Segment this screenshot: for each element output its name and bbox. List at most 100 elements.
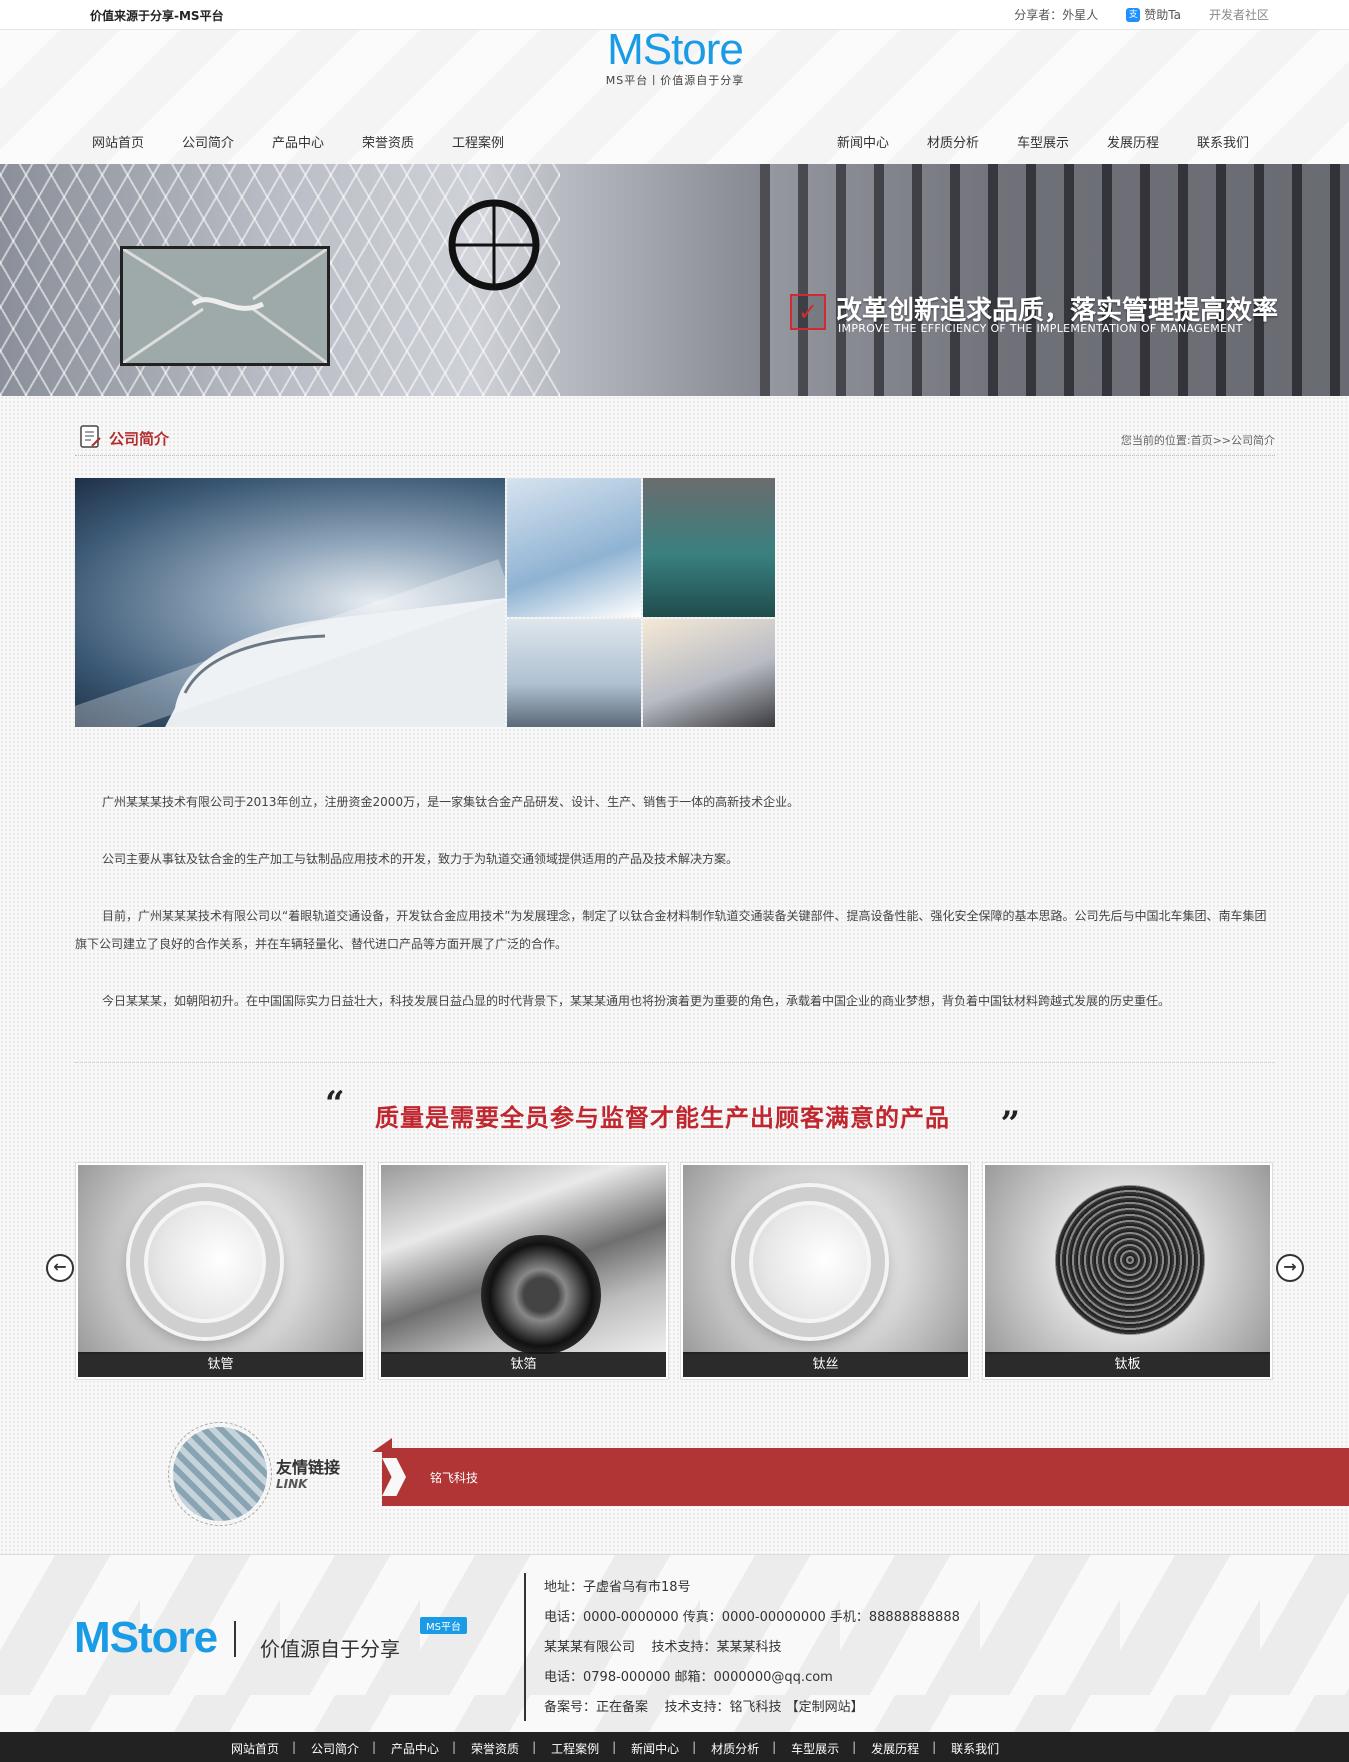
- footer-company: 某某某有限公司 技术支持：某某某科技: [544, 1640, 782, 1655]
- carousel-prev-icon[interactable]: ←: [46, 1254, 74, 1282]
- bullet-train-photo: [75, 478, 505, 727]
- breadcrumb: 您当前的位置:首页>>公司简介: [1120, 434, 1275, 447]
- footer-nav-item[interactable]: 网站首页: [215, 1740, 295, 1757]
- nav-home[interactable]: 网站首页: [92, 132, 182, 151]
- intro-paragraph: 广州某某某技术有限公司于2013年创立，注册资金2000万，是一家集钛合金产品研…: [102, 795, 800, 809]
- coil-graphic: [1055, 1185, 1205, 1335]
- main-nav-right: 新闻中心 材质分析 车型展示 发展历程 联系我们: [837, 132, 1287, 151]
- product-label: 钛管: [78, 1352, 363, 1377]
- footer-nav-item[interactable]: 发展历程: [852, 1740, 935, 1757]
- pipes-image: [173, 1427, 267, 1521]
- titanium-tube-image: [78, 1165, 363, 1354]
- logo[interactable]: MStore MS平台丨价值源自于分享: [590, 28, 760, 88]
- main-content: 公司简介 您当前的位置:首页>>公司简介 广州某某某技术有限公司于2013年创立…: [0, 396, 1349, 1554]
- footer-divider: [524, 1573, 526, 1721]
- footer-contact: 电话：0798-000000 邮箱：0000000@qq.com: [544, 1670, 833, 1685]
- machinery-photo: [643, 478, 775, 617]
- footer-nav-item[interactable]: 荣誉资质: [452, 1740, 535, 1757]
- ring-graphic: [735, 1187, 885, 1337]
- quality-quote: “ 质量是需要全员参与监督才能生产出顾客满意的产品 ”: [320, 1084, 1020, 1144]
- document-icon: [80, 425, 101, 448]
- banner-slogan-en: IMPROVE THE EFFICIENCY OF THE IMPLEMENTA…: [838, 322, 1243, 335]
- roll-graphic: [481, 1235, 601, 1354]
- twisted-wire-icon: [122, 247, 328, 365]
- company-photos: [75, 478, 775, 728]
- friend-links: 友情链接 LINK 铭飞科技: [0, 1406, 1349, 1526]
- footer-address: 地址：子虚省乌有市18号: [544, 1580, 691, 1595]
- open-quote-mark: “: [325, 1084, 345, 1124]
- footer-nav-item[interactable]: 公司简介: [292, 1740, 375, 1757]
- nav-contact[interactable]: 联系我们: [1197, 132, 1287, 151]
- product-card-wire[interactable]: 钛丝: [680, 1162, 971, 1380]
- footer-logo-separator: [234, 1621, 236, 1657]
- section-header: 公司简介 您当前的位置:首页>>公司简介: [75, 422, 1275, 456]
- product-card-tube[interactable]: 钛管: [75, 1162, 366, 1380]
- logo-tagline: MS平台丨价值源自于分享: [605, 74, 745, 87]
- quote-text: 质量是需要全员参与监督才能生产出顾客满意的产品: [375, 1104, 950, 1132]
- links-bar: [382, 1448, 1349, 1506]
- footer-icp: 备案号：正在备案 技术支持：铭飞科技 【定制网站】: [544, 1700, 864, 1715]
- intro-paragraph: 目前，广州某某某技术有限公司以“着眼轨道交通设备，开发钛合金应用技术”为发展理念…: [75, 909, 1267, 951]
- footer-nav: 网站首页 公司简介 产品中心 荣誉资质 工程案例 新闻中心 材质分析 车型展示 …: [215, 1740, 1015, 1757]
- sharer-link[interactable]: 分享者：外星人: [1014, 6, 1098, 23]
- product-card-plate[interactable]: 钛板: [982, 1162, 1273, 1380]
- footer-logo: MStore 价值源自于分享 MS平台: [74, 1613, 467, 1663]
- footer-nav-item[interactable]: 联系我们: [932, 1740, 1015, 1757]
- footer-phones: 电话：0000-0000000 传真：0000-00000000 手机：8888…: [544, 1610, 960, 1625]
- product-label: 钛箔: [381, 1352, 666, 1377]
- intro-text: 广州某某某技术有限公司于2013年创立，注册资金2000万，是一家集钛合金产品研…: [75, 788, 1275, 1044]
- product-label: 钛丝: [683, 1352, 968, 1377]
- product-card-foil[interactable]: 钛箔: [378, 1162, 669, 1380]
- intro-paragraph: 今日某某某，如朝阳初升。在中国国际实力日益壮大，科技发展日益凸显的时代背景下，某…: [102, 994, 1171, 1008]
- alipay-icon: 支: [1126, 7, 1141, 22]
- sponsor-label: 赞助Ta: [1144, 8, 1181, 22]
- checkmark-icon: ✓: [790, 294, 826, 330]
- nav-models[interactable]: 车型展示: [1017, 132, 1107, 151]
- nav-cases[interactable]: 工程案例: [452, 132, 542, 151]
- nav-news[interactable]: 新闻中心: [837, 132, 927, 151]
- nav-history[interactable]: 发展历程: [1107, 132, 1197, 151]
- office-meeting-photo: [507, 619, 641, 727]
- dev-community-link[interactable]: 开发者社区: [1209, 6, 1269, 23]
- product-carousel: 钛管 钛箔 钛丝 钛板: [75, 1162, 1275, 1382]
- train-illustration: [75, 559, 505, 727]
- links-title: 友情链接: [276, 1458, 341, 1477]
- footer-nav-bar: 网站首页 公司简介 产品中心 荣誉资质 工程案例 新闻中心 材质分析 车型展示 …: [0, 1732, 1349, 1762]
- links-title-en: LINK: [276, 1477, 308, 1491]
- titanium-wire-image: [683, 1165, 968, 1354]
- footer-nav-item[interactable]: 新闻中心: [612, 1740, 695, 1757]
- footer-nav-item[interactable]: 产品中心: [372, 1740, 455, 1757]
- footer-badge: MS平台: [420, 1617, 467, 1634]
- footer: MStore 价值源自于分享 MS平台 地址：子虚省乌有市18号 电话：0000…: [0, 1554, 1349, 1732]
- intro-paragraph: 公司主要从事钛及钛合金的生产加工与钛制品应用技术的开发，致力于为轨道交通领域提供…: [102, 852, 739, 866]
- footer-nav-item[interactable]: 车型展示: [772, 1740, 855, 1757]
- product-label: 钛板: [985, 1352, 1270, 1377]
- footer-nav-item[interactable]: 工程案例: [532, 1740, 615, 1757]
- nav-about[interactable]: 公司简介: [182, 132, 272, 151]
- carousel-next-icon[interactable]: →: [1276, 1254, 1304, 1282]
- sponsor-link[interactable]: 支 赞助Ta: [1126, 6, 1181, 23]
- crosshair-icon: [448, 199, 540, 291]
- titanium-plate-image: [985, 1165, 1270, 1354]
- footer-info: 地址：子虚省乌有市18号 电话：0000-0000000 传真：0000-000…: [544, 1573, 960, 1723]
- ring-graphic: [130, 1187, 280, 1337]
- nav-products[interactable]: 产品中心: [272, 132, 362, 151]
- titanium-foil-image: [381, 1165, 666, 1354]
- site-title: 价值来源于分享-MS平台: [90, 9, 224, 23]
- hero-banner: [0, 164, 1349, 396]
- lab-scientist-photo: [507, 478, 641, 617]
- links-circle: [168, 1422, 272, 1526]
- nav-material[interactable]: 材质分析: [927, 132, 1017, 151]
- logo-brand: MStore: [607, 25, 744, 74]
- footer-brand: MStore: [74, 1613, 218, 1662]
- main-nav-left: 网站首页 公司简介 产品中心 荣誉资质 工程案例: [92, 132, 542, 151]
- train-side-photo: [643, 619, 775, 727]
- footer-slogan: 价值源自于分享: [260, 1637, 400, 1661]
- close-quote-mark: ”: [1000, 1104, 1020, 1144]
- footer-nav-item[interactable]: 材质分析: [692, 1740, 775, 1757]
- top-bar-links: 分享者：外星人 支 赞助Ta 开发者社区: [1014, 6, 1269, 23]
- factory-image: [760, 164, 1349, 396]
- friend-link[interactable]: 铭飞科技: [430, 1469, 478, 1486]
- mesh-closeup-image: [120, 246, 330, 366]
- nav-honors[interactable]: 荣誉资质: [362, 132, 452, 151]
